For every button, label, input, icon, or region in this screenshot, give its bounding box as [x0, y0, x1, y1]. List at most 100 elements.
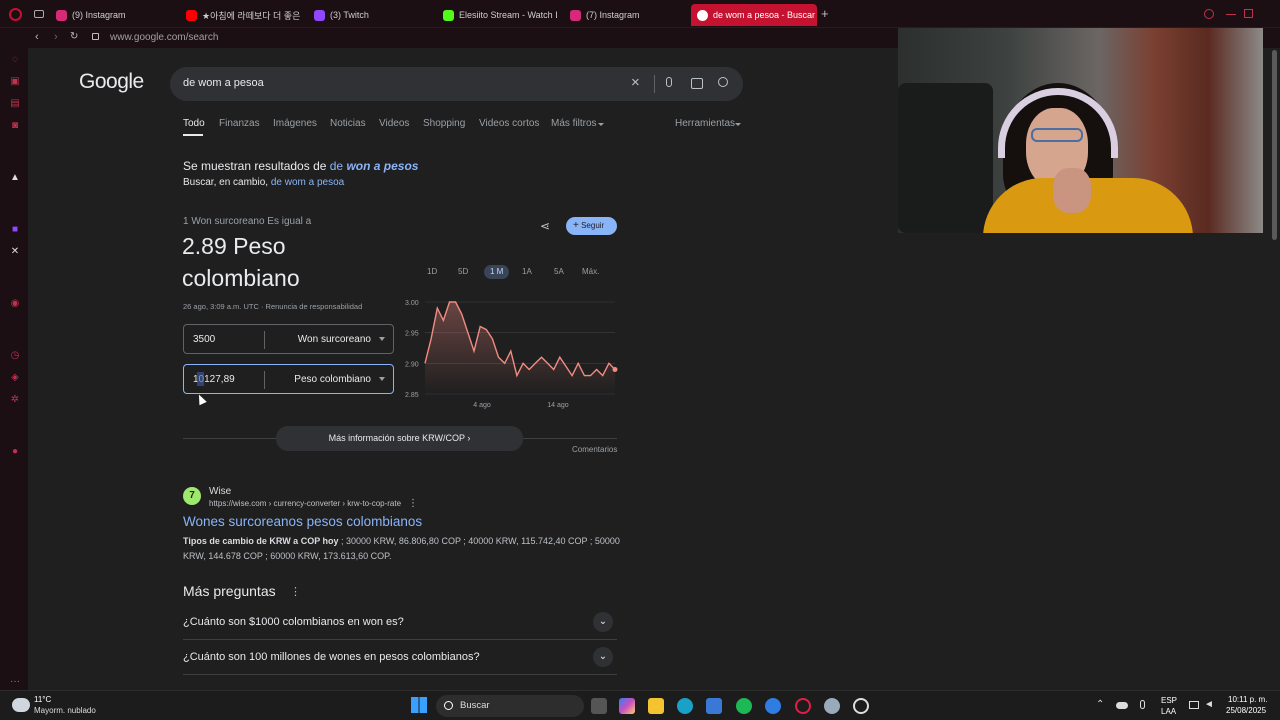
from-currency-select[interactable]: Won surcoreano	[298, 334, 371, 345]
browser-sidebar: ◌ ▣ ▤ ◙ ▲ ■ ✕ ◉ ◷ ◈ ✲ ● ···	[0, 28, 28, 690]
spotify-icon[interactable]	[736, 698, 752, 714]
reload-icon[interactable]: ↻	[70, 31, 78, 42]
more-icon[interactable]: ···	[9, 676, 21, 688]
filter-videos[interactable]: Videos	[379, 118, 409, 129]
tab-youtube[interactable]: ★아침에 라떼보다 더 좋은	[180, 4, 305, 26]
share-icon[interactable]: ⋖	[540, 220, 554, 232]
weather-icon[interactable]	[12, 698, 30, 712]
follow-button[interactable]: + Seguir	[566, 217, 617, 235]
filter-videos-cortos[interactable]: Videos cortos	[479, 118, 539, 129]
ai-icon[interactable]: ▲	[9, 172, 21, 184]
shopping-icon[interactable]: ▣	[9, 76, 21, 88]
tray-chevron-icon[interactable]: ⌃	[1096, 699, 1104, 710]
volume-icon[interactable]: ◄	[1204, 699, 1214, 710]
tab-instagram-1[interactable]: (9) Instagram	[50, 4, 175, 26]
filter-imagenes[interactable]: Imágenes	[273, 118, 317, 129]
page-scrollbar[interactable]	[1272, 50, 1277, 240]
workspaces-icon[interactable]	[34, 10, 44, 18]
filter-finanzas[interactable]: Finanzas	[219, 118, 260, 129]
paa-title: Más preguntas	[183, 583, 276, 599]
to-amount-box[interactable]: 10127,89 Peso colombiano	[183, 364, 394, 394]
back-icon[interactable]: ‹	[35, 31, 39, 43]
tab-twitch[interactable]: (3) Twitch	[308, 4, 433, 26]
task-view-icon[interactable]	[591, 698, 607, 714]
search-box[interactable]: de wom a pesoa ×	[170, 67, 743, 101]
paa-question-1[interactable]: ¿Cuánto son $1000 colombianos en won es?…	[183, 606, 617, 640]
to-currency-select[interactable]: Peso colombiano	[294, 374, 371, 385]
copilot-icon[interactable]	[619, 698, 635, 714]
feedback-link[interactable]: Comentarios	[572, 445, 617, 454]
filter-mas-filtros[interactable]: Más filtros	[551, 118, 597, 129]
range-5d[interactable]: 5D	[458, 265, 468, 279]
clock-time[interactable]: 10:11 p. m.	[1228, 695, 1267, 704]
range-max[interactable]: Máx.	[582, 265, 599, 279]
converter-timestamp[interactable]: 26 ago, 3:09 a.m. UTC · Renuncia de resp…	[183, 302, 362, 311]
store-icon[interactable]	[706, 698, 722, 714]
search-icon[interactable]	[718, 77, 728, 87]
google-logo[interactable]: Google	[79, 70, 144, 94]
minimize-icon[interactable]	[1226, 14, 1236, 15]
edge-icon[interactable]	[677, 698, 693, 714]
opera-gx-taskbar-icon[interactable]	[795, 698, 811, 714]
lock-icon	[92, 33, 99, 40]
tab-google-search[interactable]: de wom a pesoa - Buscar	[691, 4, 817, 26]
range-5a[interactable]: 5A	[554, 265, 564, 279]
clear-icon[interactable]: ×	[631, 74, 640, 91]
corrected-query-link[interactable]: de won a pesos	[330, 159, 419, 173]
aria-icon[interactable]: ◌	[9, 54, 21, 66]
forward-icon[interactable]: ›	[54, 31, 58, 43]
chart-endpoint	[612, 366, 618, 372]
range-1a[interactable]: 1A	[522, 265, 532, 279]
settings-taskbar-icon[interactable]	[824, 698, 840, 714]
file-explorer-icon[interactable]	[648, 698, 664, 714]
paa-menu-icon[interactable]: ⋮	[290, 585, 301, 598]
messenger-icon[interactable]: ◙	[9, 120, 21, 132]
search-input[interactable]: de wom a pesoa	[183, 77, 264, 89]
clock-date[interactable]: 25/08/2025	[1226, 706, 1266, 715]
camera-search-icon[interactable]	[691, 78, 703, 89]
filter-noticias[interactable]: Noticias	[330, 118, 366, 129]
extensions-icon[interactable]: ◈	[9, 372, 21, 384]
twitch-sidebar-icon[interactable]: ■	[9, 224, 21, 236]
microphone-icon[interactable]	[666, 77, 672, 87]
result-title-link[interactable]: Wones surcoreanos pesos colombianos	[183, 514, 422, 529]
original-query-link[interactable]: de wom a pesoa	[271, 177, 344, 188]
tab-kick[interactable]: Elesiito Stream - Watch L	[437, 4, 557, 26]
url-field[interactable]: www.google.com/search	[110, 32, 218, 43]
tools-button[interactable]: Herramientas	[675, 118, 735, 129]
obs-icon[interactable]	[853, 698, 869, 714]
range-1d[interactable]: 1D	[427, 265, 437, 279]
weather-desc[interactable]: Mayorm. nublado	[34, 706, 96, 715]
player-icon[interactable]: ◉	[9, 298, 21, 310]
lang-layout[interactable]: LAA	[1161, 707, 1176, 716]
x-icon[interactable]: ✕	[9, 246, 21, 258]
exchange-rate-chart[interactable]: 3.00 2.95 2.90 2.85 4 ago 14 ago	[403, 292, 619, 412]
windows-start-icon[interactable]	[411, 697, 427, 713]
from-amount-input[interactable]: 3500	[193, 334, 215, 345]
search-tabs-icon[interactable]	[1204, 9, 1214, 19]
paa-question-2[interactable]: ¿Cuánto son 100 millones de wones en pes…	[183, 641, 617, 675]
filter-todo[interactable]: Todo	[183, 118, 205, 129]
games-icon[interactable]: ▤	[9, 98, 21, 110]
microphone-tray-icon[interactable]	[1140, 700, 1145, 709]
settings-icon[interactable]: ✲	[9, 394, 21, 406]
opera-logo-icon[interactable]	[9, 8, 22, 21]
separator	[264, 331, 265, 349]
filter-shopping[interactable]: Shopping	[423, 118, 465, 129]
onedrive-icon[interactable]	[1116, 702, 1128, 709]
result-snippet: Tipos de cambio de KRW a COP hoy ; 30000…	[183, 536, 620, 561]
opera-gx-icon[interactable]: ●	[9, 446, 21, 458]
range-1m[interactable]: 1 M	[484, 265, 510, 279]
new-tab-button[interactable]: +	[821, 7, 833, 21]
tab-instagram-2[interactable]: (7) Instagram	[564, 4, 689, 26]
app-icon[interactable]	[765, 698, 781, 714]
lang-code[interactable]: ESP	[1161, 696, 1177, 705]
more-info-button[interactable]: Más información sobre KRW/COP ›	[276, 426, 523, 451]
maximize-icon[interactable]	[1244, 9, 1253, 18]
result-menu-icon[interactable]: ⋮	[408, 498, 418, 509]
from-amount-box[interactable]: 3500 Won surcoreano	[183, 324, 394, 354]
weather-temp[interactable]: 11°C	[34, 695, 51, 704]
history-icon[interactable]: ◷	[9, 350, 21, 362]
display-icon[interactable]	[1189, 701, 1199, 709]
taskbar-search[interactable]: Buscar	[436, 695, 584, 717]
